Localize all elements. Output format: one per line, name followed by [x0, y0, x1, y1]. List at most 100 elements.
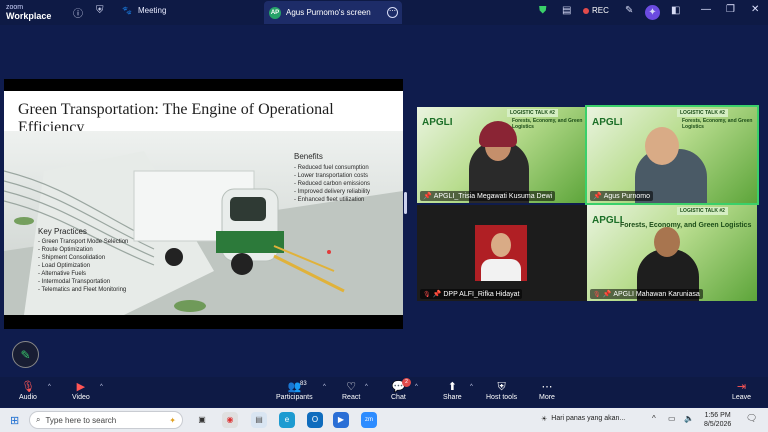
event-banner: LOGISTIC TALK #2 [507, 109, 558, 117]
participants-options-chevron-up-icon[interactable]: ^ [323, 384, 326, 390]
event-banner: LOGISTIC TALK #2 [677, 109, 728, 117]
pin-icon: 📌 [602, 291, 612, 298]
event-headline: Forests, Economy, and Green Logistics [682, 118, 753, 130]
list-item: - Green Transport Mode Selection [38, 239, 129, 245]
pen-icon[interactable]: ✎ [625, 5, 633, 16]
meeting-controls: 🎙 Audio ^ ▶ Video ^ 👥 Participants 83 ^ … [0, 377, 768, 407]
zoom-app-icon[interactable]: zm [361, 412, 377, 428]
apgli-logo: APGLI [592, 215, 623, 226]
audio-options-chevron-up-icon[interactable]: ^ [48, 384, 51, 390]
annotate-pencil-button[interactable]: ✎ [12, 341, 39, 368]
video-options-chevron-up-icon[interactable]: ^ [100, 384, 103, 390]
mic-muted-icon: 🎙 [423, 291, 431, 298]
audio-button[interactable]: 🎙 Audio [19, 380, 37, 401]
participant-face [645, 127, 679, 165]
edge-icon[interactable]: e [279, 412, 295, 428]
minimize-icon[interactable]: — [701, 4, 711, 15]
resize-handle[interactable] [404, 192, 407, 214]
event-headline: Forests, Economy, and Green Logistics [620, 222, 752, 229]
list-item: - Load Optimization [38, 263, 91, 269]
video-off-icon: ▶ [76, 381, 86, 393]
video-button[interactable]: ▶ Video [72, 380, 90, 401]
taskbar-search[interactable]: ⌕ Type here to search ✦ [29, 411, 183, 429]
apgli-logo: APGLI [592, 117, 623, 128]
list-item: - Lower transportation costs [294, 173, 369, 179]
restore-icon[interactable]: ❐ [726, 4, 735, 15]
chat-button[interactable]: 💬 2 Chat [391, 378, 411, 401]
more-button[interactable]: ⋯ More [539, 380, 555, 401]
share-button[interactable]: ⬆ Share [443, 380, 462, 401]
letterbox-top [4, 79, 403, 91]
closed-caption-icon[interactable]: ▤ [562, 5, 571, 16]
meeting-tab[interactable]: 🐾 Meeting [122, 6, 166, 15]
list-item: - Alternative Fuels [38, 271, 87, 277]
host-tools-button[interactable]: ⛨ Host tools [486, 380, 517, 401]
share-screen-icon: ⬆ [447, 381, 457, 393]
screen-share-tab[interactable]: AP Agus Purnomo's screen ⋯ [264, 1, 402, 24]
list-item: - Shipment Consolidation [38, 255, 106, 261]
mic-muted-icon: 🎙 [593, 291, 601, 298]
network-icon[interactable]: ▭ [668, 414, 676, 423]
leave-icon: ⇥ [736, 381, 747, 393]
participant-name: 🎙 📌 APGLI Mahawan Karuniasa [590, 289, 703, 299]
unread-badge: 2 [402, 378, 411, 387]
event-headline: Forests, Economy, and Green Logistics [512, 118, 583, 130]
pin-icon: 📌 [423, 193, 432, 200]
outlook-icon[interactable]: O [307, 412, 323, 428]
windows-taskbar: ⊞ ⌕ Type here to search ✦ ▣ ◉ ▤ e O ▶ zm… [0, 408, 768, 432]
title-bar: zoom Workplace ⓘ ⛨ 🐾 Meeting AP Agus Pur… [0, 0, 768, 25]
profile-picture [475, 225, 527, 281]
video-tile[interactable]: APGLI LOGISTIC TALK #2 Forests, Economy,… [417, 107, 587, 203]
speaker-icon[interactable]: 🔈 [684, 414, 694, 423]
info-icon[interactable]: ⓘ [73, 5, 83, 20]
more-options-icon[interactable]: ⋯ [387, 7, 398, 18]
ai-companion-icon[interactable]: ✦ [645, 5, 660, 20]
security-shield-icon[interactable]: ⛊ [539, 5, 547, 16]
media-player-icon[interactable]: ▶ [333, 412, 349, 428]
avatar: AP [269, 6, 281, 19]
list-item: - Route Optimization [38, 247, 93, 253]
participant-name: 📌 Agus Purnomo [590, 191, 654, 201]
react-button[interactable]: ♡ React [342, 380, 360, 401]
participant-name: 📌 APGLI_Trisia Megawati Kusuma Dewi [420, 191, 556, 201]
tray-chevron-up-icon[interactable]: ^ [652, 414, 656, 423]
practices-heading: Key Practices [38, 227, 87, 236]
shield-check-icon[interactable]: ⛨ [96, 5, 104, 16]
paw-icon: 🐾 [122, 6, 132, 15]
leave-button[interactable]: ⇥ Leave [732, 380, 751, 401]
participant-face [654, 227, 680, 257]
benefits-heading: Benefits [294, 152, 323, 161]
notification-icon[interactable]: 🗨 [746, 413, 757, 424]
video-tile[interactable]: 🎙 📌 DPP ALFI_Rifka Hidayat [417, 205, 587, 301]
video-tile[interactable]: APGLI LOGISTIC TALK #2 Forests, Economy,… [587, 205, 757, 301]
zoom-logo: zoom Workplace [6, 4, 52, 21]
list-item: - Enhanced fleet utilization [294, 197, 365, 203]
list-item: - Telematics and Fleet Monitoring [38, 287, 127, 293]
more-icon: ⋯ [541, 381, 553, 393]
key-practices-list: Key Practices - Green Transport Mode Sel… [38, 227, 128, 294]
system-clock[interactable]: 1:56 PM 8/5/2026 [704, 411, 731, 429]
list-item: - Improved delivery reliability [294, 189, 371, 195]
search-icon: ⌕ [36, 415, 41, 424]
chrome-icon[interactable]: ◉ [222, 412, 238, 428]
recording-indicator[interactable]: REC [583, 6, 609, 15]
pin-icon: 📌 [593, 193, 602, 200]
participant-count: 83 [300, 381, 307, 387]
pencil-icon: ✎ [20, 347, 31, 362]
share-options-chevron-up-icon[interactable]: ^ [470, 384, 473, 390]
record-dot-icon [583, 7, 589, 14]
react-options-chevron-up-icon[interactable]: ^ [365, 384, 368, 390]
participants-icon: 👥 [287, 381, 302, 393]
letterbox-bottom [4, 315, 403, 329]
close-icon[interactable]: ✕ [751, 4, 759, 15]
shared-screen[interactable]: Green Transportation: The Engine of Oper… [4, 79, 403, 329]
participants-button[interactable]: 👥 Participants [276, 380, 313, 401]
video-tile-active-speaker[interactable]: APGLI LOGISTIC TALK #2 Forests, Economy,… [585, 105, 759, 205]
weather-widget[interactable]: ☀ Hari panas yang akan... [541, 415, 625, 423]
layout-icon[interactable]: ◧ [671, 5, 680, 16]
file-explorer-icon[interactable]: ▤ [251, 412, 267, 428]
task-view-icon[interactable]: ▣ [194, 412, 210, 428]
pin-icon: 📌 [432, 291, 442, 298]
chat-options-chevron-up-icon[interactable]: ^ [415, 384, 418, 390]
windows-start-icon[interactable]: ⊞ [10, 414, 19, 427]
